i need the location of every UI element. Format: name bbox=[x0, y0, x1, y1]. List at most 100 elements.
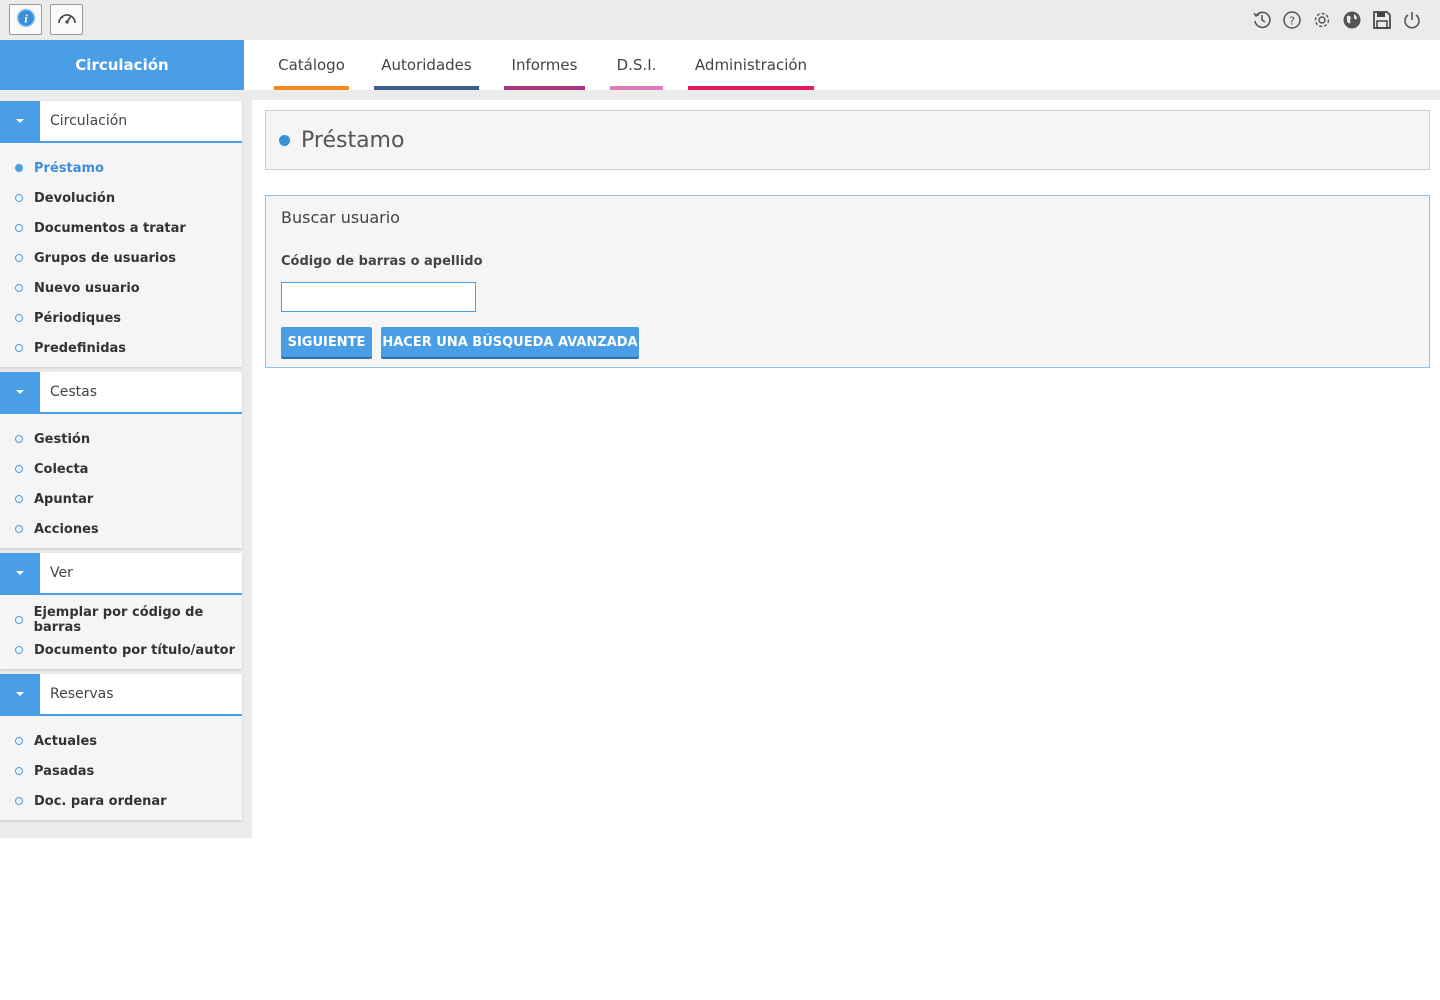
page-title-panel: Préstamo bbox=[265, 110, 1430, 170]
bullet-icon bbox=[15, 314, 23, 322]
bullet-icon bbox=[15, 495, 23, 503]
sidebar-item-label: Devolución bbox=[34, 190, 116, 206]
section-header[interactable]: Reservas bbox=[0, 674, 242, 716]
barcode-or-surname-input[interactable] bbox=[281, 282, 476, 312]
bullet-icon bbox=[15, 737, 23, 745]
sidebar-item-label: Documento por título/autor bbox=[34, 642, 236, 658]
sidebar-item-label: Pasadas bbox=[34, 763, 95, 779]
dashboard-icon bbox=[56, 8, 78, 32]
title-bullet-icon bbox=[279, 134, 290, 146]
sidebar-item-label: Périodiques bbox=[34, 310, 122, 326]
bullet-icon bbox=[15, 465, 23, 473]
sidebar-item-predefinidas[interactable]: Predefinidas bbox=[0, 333, 242, 363]
sidebar-item-label: Actuales bbox=[34, 733, 98, 749]
svg-text:?: ? bbox=[1289, 15, 1295, 28]
tab-label: Informes bbox=[511, 56, 578, 74]
sidebar-item-actuales[interactable]: Actuales bbox=[0, 726, 242, 756]
sidebar-item-label: Documentos a tratar bbox=[34, 220, 186, 236]
tab-catalogo[interactable]: Catálogo bbox=[274, 40, 349, 90]
collapse-toggle[interactable] bbox=[0, 674, 40, 714]
sidebar-item-prestamo[interactable]: Préstamo bbox=[0, 153, 242, 183]
sidebar-item-label: Préstamo bbox=[34, 160, 104, 176]
sidebar-item-acciones[interactable]: Acciones bbox=[0, 514, 242, 544]
history-icon[interactable] bbox=[1252, 9, 1272, 31]
search-user-form: Buscar usuario Código de barras o apelli… bbox=[265, 195, 1430, 368]
page-title: Préstamo bbox=[301, 127, 405, 153]
content-top-strip bbox=[244, 90, 1440, 100]
bullet-icon bbox=[15, 284, 23, 292]
sidebar-item-label: Gestión bbox=[34, 431, 91, 447]
sidebar-item-gestion[interactable]: Gestión bbox=[0, 424, 242, 454]
globe-icon[interactable] bbox=[1342, 9, 1362, 31]
section-title: Circulación bbox=[50, 113, 128, 129]
help-icon[interactable]: ? bbox=[1282, 9, 1302, 31]
collapse-toggle[interactable] bbox=[0, 553, 40, 593]
collapse-toggle[interactable] bbox=[0, 101, 40, 141]
sidebar-item-documentos-a-tratar[interactable]: Documentos a tratar bbox=[0, 213, 242, 243]
top-toolbar: i ? bbox=[0, 0, 1440, 40]
bullet-icon bbox=[15, 224, 23, 232]
sidebar-item-label: Colecta bbox=[34, 461, 89, 477]
caret-down-icon bbox=[16, 390, 24, 394]
next-button[interactable]: SIGUIENTE bbox=[281, 327, 372, 357]
bullet-icon bbox=[15, 767, 23, 775]
sidebar-item-ejemplar-codigo-barras[interactable]: Ejemplar por código de barras bbox=[0, 605, 242, 635]
sidebar-item-label: Predefinidas bbox=[34, 340, 127, 356]
bullet-icon bbox=[15, 616, 23, 624]
power-icon[interactable] bbox=[1402, 9, 1422, 31]
bullet-icon bbox=[15, 344, 23, 352]
content-left-strip bbox=[244, 90, 252, 838]
caret-down-icon bbox=[16, 692, 24, 696]
sidebar-item-nuevo-usuario[interactable]: Nuevo usuario bbox=[0, 273, 242, 303]
bullet-icon bbox=[15, 525, 23, 533]
sidebar-item-colecta[interactable]: Colecta bbox=[0, 454, 242, 484]
sidebar-item-pasadas[interactable]: Pasadas bbox=[0, 756, 242, 786]
sidebar-section-circulacion: Circulación Préstamo Devolución Document… bbox=[0, 101, 242, 367]
barcode-field-label: Código de barras o apellido bbox=[281, 254, 483, 269]
collapse-toggle[interactable] bbox=[0, 372, 40, 412]
caret-down-icon bbox=[16, 119, 24, 123]
sidebar-item-label: Apuntar bbox=[34, 491, 94, 507]
tab-autoridades[interactable]: Autoridades bbox=[374, 40, 479, 90]
section-title: Ver bbox=[50, 565, 73, 581]
tab-informes[interactable]: Informes bbox=[504, 40, 585, 90]
caret-down-icon bbox=[16, 571, 24, 575]
tab-label: Administración bbox=[694, 56, 808, 74]
form-title: Buscar usuario bbox=[281, 208, 400, 227]
tab-label: D.S.I. bbox=[616, 56, 657, 74]
info-icon: i bbox=[16, 8, 36, 32]
sidebar-item-label: Nuevo usuario bbox=[34, 280, 140, 296]
sidebar-item-label: Doc. para ordenar bbox=[34, 793, 167, 809]
bullet-icon bbox=[15, 164, 23, 172]
bullet-icon bbox=[15, 797, 23, 805]
section-header[interactable]: Cestas bbox=[0, 372, 242, 414]
sidebar-item-label: Grupos de usuarios bbox=[34, 250, 177, 266]
main-nav: Catálogo Autoridades Informes D.S.I. Adm… bbox=[244, 40, 1440, 90]
tab-label: Catálogo bbox=[278, 56, 345, 74]
sidebar-section-ver: Ver Ejemplar por código de barras Docume… bbox=[0, 553, 242, 669]
sidebar-item-label: Acciones bbox=[34, 521, 99, 537]
sidebar-section-reservas: Reservas Actuales Pasadas Doc. para orde… bbox=[0, 674, 242, 820]
tab-dsi[interactable]: D.S.I. bbox=[610, 40, 663, 90]
section-header[interactable]: Circulación bbox=[0, 101, 242, 143]
settings-icon[interactable] bbox=[1312, 9, 1332, 31]
tab-administracion[interactable]: Administración bbox=[688, 40, 814, 90]
save-icon[interactable] bbox=[1372, 9, 1392, 31]
sidebar-item-devolucion[interactable]: Devolución bbox=[0, 183, 242, 213]
sidebar-item-grupos-de-usuarios[interactable]: Grupos de usuarios bbox=[0, 243, 242, 273]
bullet-icon bbox=[15, 646, 23, 654]
module-title[interactable]: Circulación bbox=[0, 40, 244, 90]
sidebar-item-doc-para-ordenar[interactable]: Doc. para ordenar bbox=[0, 786, 242, 816]
tab-label: Autoridades bbox=[381, 56, 472, 74]
sidebar-item-periodiques[interactable]: Périodiques bbox=[0, 303, 242, 333]
dashboard-button[interactable] bbox=[50, 4, 83, 35]
section-title: Reservas bbox=[50, 686, 114, 702]
sidebar-item-documento-titulo-autor[interactable]: Documento por título/autor bbox=[0, 635, 242, 665]
advanced-search-button[interactable]: HACER UNA BÚSQUEDA AVANZADA bbox=[381, 327, 639, 357]
bullet-icon bbox=[15, 435, 23, 443]
bullet-icon bbox=[15, 254, 23, 262]
info-button[interactable]: i bbox=[9, 4, 42, 35]
sidebar-item-apuntar[interactable]: Apuntar bbox=[0, 484, 242, 514]
section-header[interactable]: Ver bbox=[0, 553, 242, 595]
section-title: Cestas bbox=[50, 384, 98, 400]
